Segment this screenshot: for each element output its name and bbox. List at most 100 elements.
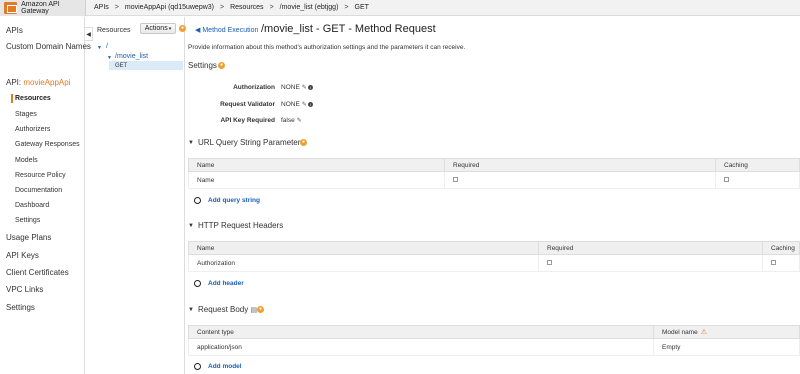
breadcrumb-method: GET bbox=[354, 4, 369, 11]
breadcrumb-separator: > bbox=[114, 4, 119, 11]
sidebar-item-usage-plans[interactable]: Usage Plans bbox=[6, 233, 51, 242]
content-type-cell: application/json bbox=[188, 338, 654, 356]
sidebar-item-apis[interactable]: APIs bbox=[6, 26, 23, 35]
section-toggle-icon[interactable]: ▼ bbox=[188, 223, 194, 229]
page-description: Provide information about this method's … bbox=[188, 44, 466, 51]
tree-expand-icon[interactable]: ▼ bbox=[97, 45, 102, 51]
breadcrumb-apis[interactable]: APIs bbox=[94, 4, 109, 11]
actions-button[interactable]: Actions ▾ bbox=[140, 23, 176, 34]
api-prefix: API: bbox=[6, 78, 22, 87]
request-headers-table: Name Required Caching Authorization bbox=[188, 241, 800, 272]
settings-info-icon[interactable]: ● bbox=[218, 62, 225, 69]
sidebar: APIs Custom Domain Names API: movieAppAp… bbox=[0, 17, 91, 374]
sidebar-item-documentation[interactable]: Documentation bbox=[15, 187, 62, 194]
validator-text: NONE bbox=[281, 101, 300, 108]
request-headers-title[interactable]: HTTP Request Headers bbox=[198, 221, 283, 230]
caret-down-icon: ▾ bbox=[168, 25, 172, 32]
info-icon[interactable]: i bbox=[307, 101, 313, 107]
tree-resource[interactable]: /movie_list bbox=[115, 53, 148, 60]
page-title: /movie_list - GET - Method Request bbox=[261, 23, 436, 35]
add-circle-icon[interactable] bbox=[194, 197, 201, 204]
sidebar-api-heading: API: movieAppApi bbox=[6, 78, 71, 87]
required-checkbox[interactable] bbox=[547, 259, 552, 265]
settings-title: Settings bbox=[188, 61, 217, 70]
back-label: Method Execution bbox=[202, 27, 259, 34]
required-cell bbox=[444, 171, 716, 189]
sidebar-item-custom-domains[interactable]: Custom Domain Names bbox=[6, 42, 91, 51]
required-cell bbox=[538, 254, 763, 272]
breadcrumb-api[interactable]: movieAppApi (qd15uwepw3) bbox=[125, 4, 214, 11]
pencil-icon[interactable]: ✎ bbox=[302, 101, 307, 108]
back-arrow-icon: ◀ bbox=[195, 27, 201, 34]
query-params-title[interactable]: URL Query String Parameters bbox=[198, 138, 304, 147]
main-content: ◀ Method Execution /movie_list - GET - M… bbox=[186, 17, 800, 374]
sidebar-item-api-keys[interactable]: API Keys bbox=[6, 251, 39, 260]
api-key-required-label: API Key Required bbox=[220, 117, 275, 124]
back-link[interactable]: ◀ Method Execution bbox=[195, 26, 258, 34]
collapse-sidebar-icon[interactable]: ◀ bbox=[85, 27, 93, 41]
table-row: Authorization bbox=[188, 254, 800, 272]
column-header: Model name ⚠ bbox=[653, 325, 800, 339]
column-header: Caching bbox=[715, 158, 800, 172]
sidebar-item-models[interactable]: Models bbox=[15, 157, 38, 164]
caching-cell bbox=[715, 171, 800, 189]
caching-checkbox[interactable] bbox=[724, 176, 729, 182]
add-header-link[interactable]: Add header bbox=[208, 280, 244, 287]
column-header: Name bbox=[188, 241, 539, 255]
add-query-string-link[interactable]: Add query string bbox=[208, 197, 260, 204]
authorization-label: Authorization bbox=[233, 84, 275, 91]
resources-panel: Resources Actions ▾ ● ▼ / ▼ /movie_list … bbox=[93, 17, 186, 374]
request-body-label: Request Body bbox=[198, 305, 249, 314]
tree-method[interactable]: GET bbox=[115, 63, 127, 69]
table-row: Name bbox=[188, 171, 800, 189]
service-logo[interactable]: Amazon API Gateway bbox=[0, 0, 86, 16]
caching-checkbox[interactable] bbox=[771, 259, 776, 265]
query-params-table: Name Required Caching Name bbox=[188, 158, 800, 189]
breadcrumb-resources[interactable]: Resources bbox=[230, 4, 263, 11]
column-header: Content type bbox=[188, 325, 654, 339]
tree-root[interactable]: / bbox=[106, 43, 108, 50]
breadcrumb: APIs > movieAppApi (qd15uwepw3) > Resour… bbox=[86, 4, 369, 11]
add-circle-icon[interactable] bbox=[194, 280, 201, 287]
column-header: Caching bbox=[762, 241, 800, 255]
api-gateway-icon bbox=[4, 1, 18, 14]
required-checkbox[interactable] bbox=[453, 176, 458, 182]
pencil-icon[interactable]: ✎ bbox=[302, 84, 307, 91]
sidebar-item-api-settings[interactable]: Settings bbox=[15, 217, 40, 224]
breadcrumb-resource[interactable]: /movie_list (ebtjgg) bbox=[280, 4, 339, 11]
resources-title: Resources bbox=[97, 27, 131, 34]
sidebar-item-gateway-responses[interactable]: Gateway Responses bbox=[15, 141, 80, 148]
sidebar-item-client-certificates[interactable]: Client Certificates bbox=[6, 268, 69, 277]
breadcrumb-separator: > bbox=[269, 4, 274, 11]
sidebar-item-resource-policy[interactable]: Resource Policy bbox=[15, 172, 66, 179]
request-body-title[interactable]: Request Body ▤ bbox=[198, 305, 257, 314]
sidebar-item-vpc-links[interactable]: VPC Links bbox=[6, 285, 43, 294]
query-info-icon[interactable]: ● bbox=[300, 139, 307, 146]
sidebar-item-dashboard[interactable]: Dashboard bbox=[15, 202, 49, 209]
api-name: movieAppApi bbox=[23, 78, 71, 87]
sidebar-item-settings[interactable]: Settings bbox=[6, 303, 35, 312]
active-indicator bbox=[11, 94, 13, 103]
warning-icon: ⚠ bbox=[700, 329, 708, 336]
column-header: Required bbox=[538, 241, 763, 255]
breadcrumb-separator: > bbox=[344, 4, 349, 11]
authorization-value: NONE ✎ i bbox=[281, 84, 313, 91]
table-row: application/json Empty bbox=[188, 338, 800, 356]
request-validator-value: NONE ✎ i bbox=[281, 101, 313, 108]
add-circle-icon[interactable] bbox=[194, 363, 201, 370]
info-icon[interactable]: i bbox=[307, 84, 313, 90]
body-info-icon[interactable]: ● bbox=[257, 306, 264, 313]
info-badge-icon[interactable]: ● bbox=[179, 25, 186, 32]
model-name-cell: Empty bbox=[653, 338, 800, 356]
pencil-icon[interactable]: ✎ bbox=[297, 117, 302, 124]
column-header: Name bbox=[188, 158, 445, 172]
model-name-header: Model name bbox=[662, 329, 698, 336]
sidebar-item-authorizers[interactable]: Authorizers bbox=[15, 126, 50, 133]
caching-cell bbox=[762, 254, 800, 272]
section-toggle-icon[interactable]: ▼ bbox=[188, 140, 194, 146]
apikey-text: false bbox=[281, 117, 295, 124]
sidebar-item-stages[interactable]: Stages bbox=[15, 111, 37, 118]
add-model-link[interactable]: Add model bbox=[208, 363, 242, 370]
sidebar-item-resources[interactable]: Resources bbox=[15, 95, 51, 102]
section-toggle-icon[interactable]: ▼ bbox=[188, 307, 194, 313]
